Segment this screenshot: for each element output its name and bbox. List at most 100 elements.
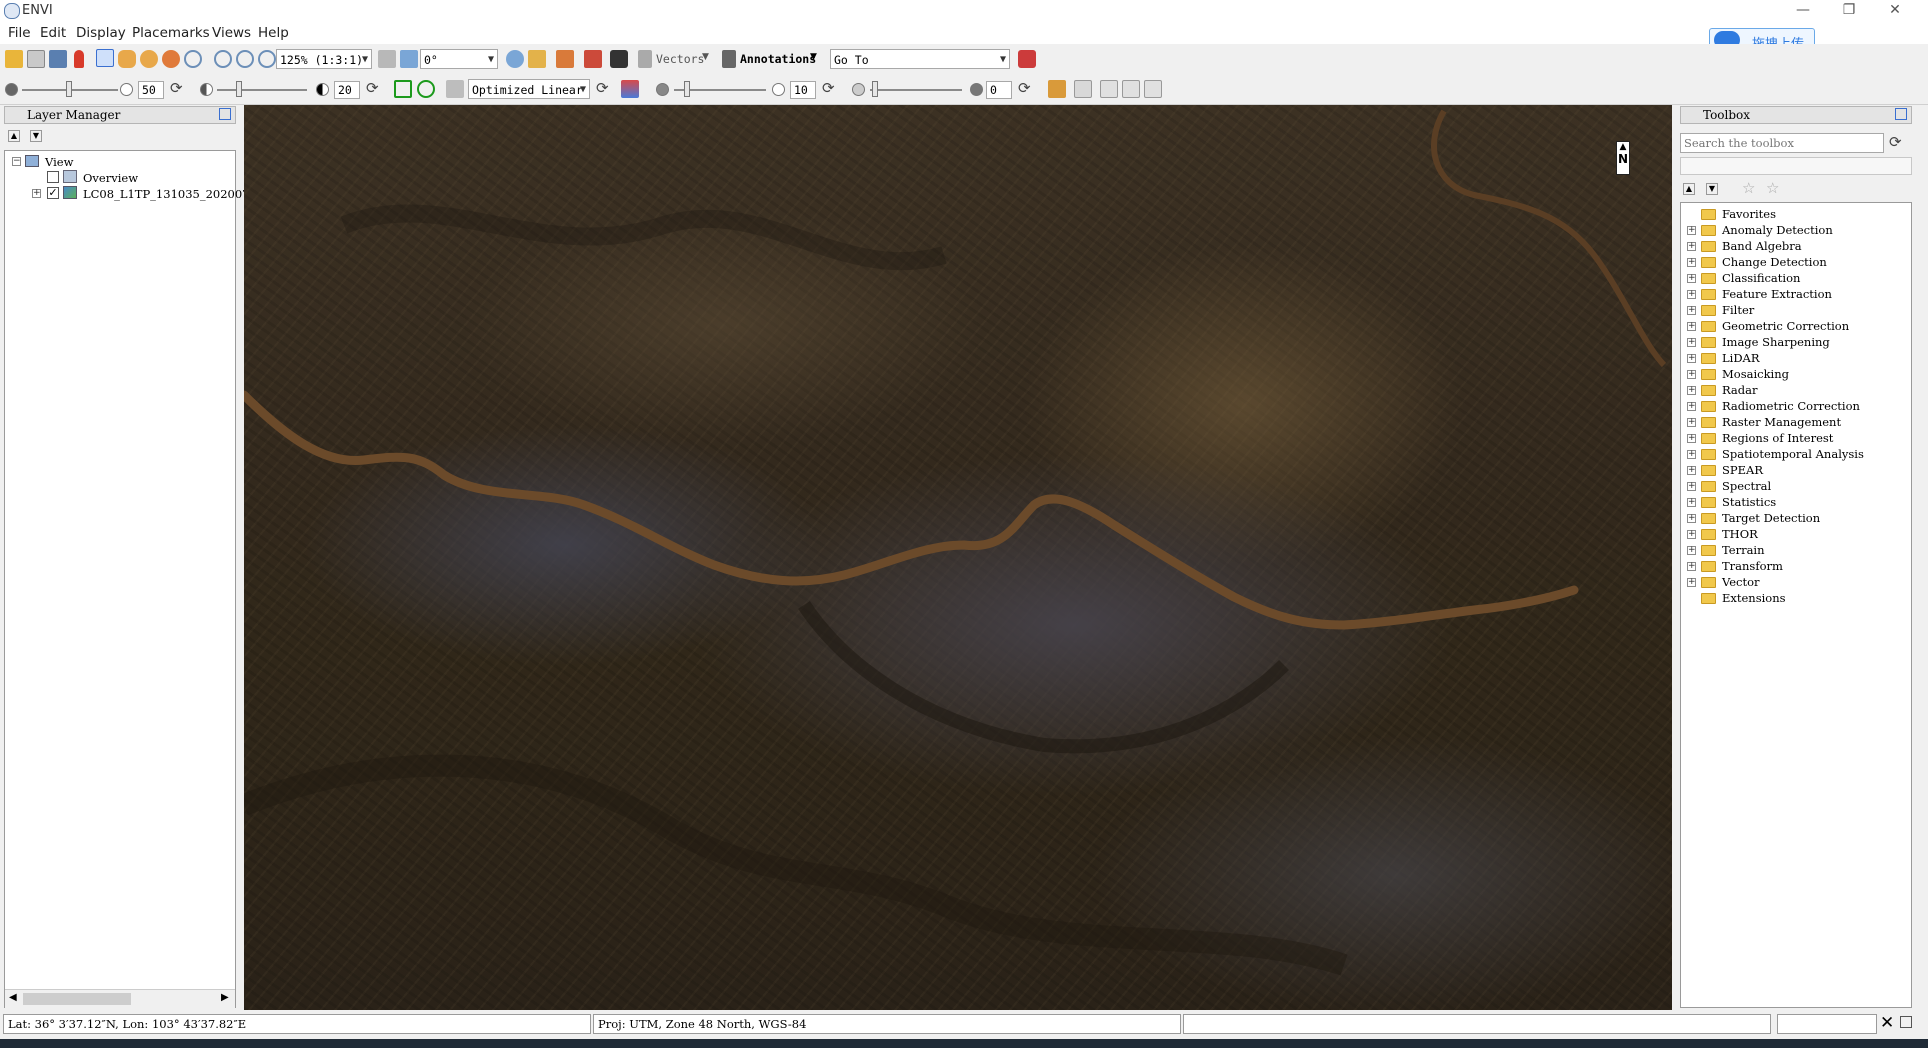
restore-button[interactable]: ❐ — [1826, 0, 1872, 22]
zoom-in-icon[interactable] — [214, 50, 232, 68]
stretch-select-icon[interactable] — [394, 80, 412, 98]
zoom-combo[interactable]: 125% (1:3:1) ▼ — [276, 49, 372, 69]
pin-panel-icon[interactable] — [219, 108, 231, 120]
expand-all-icon[interactable]: ▼ — [1706, 183, 1718, 195]
reset-sharpen-icon[interactable]: ⟳ — [822, 79, 835, 97]
fly-icon[interactable] — [140, 50, 158, 68]
toolbox-expand-icon[interactable]: + — [1687, 290, 1696, 299]
toolbox-item[interactable]: Mosaicking — [1722, 367, 1789, 381]
toolbox-expand-icon[interactable]: + — [1687, 530, 1696, 539]
toolbox-expand-icon[interactable]: + — [1687, 338, 1696, 347]
rotate-icon[interactable] — [162, 50, 180, 68]
menu-display[interactable]: Display — [76, 25, 126, 41]
menu-views[interactable]: Views — [212, 25, 251, 41]
toolbox-item[interactable]: Image Sharpening — [1722, 335, 1830, 349]
toolbox-expand-icon[interactable]: + — [1687, 306, 1696, 315]
toolbox-item[interactable]: Statistics — [1722, 495, 1776, 509]
toolbox-expand-icon[interactable]: + — [1687, 450, 1696, 459]
annotations-dropdown[interactable]: Annotations — [740, 52, 816, 66]
toolbox-expand-icon[interactable]: + — [1687, 370, 1696, 379]
toolbox-item[interactable]: Filter — [1722, 303, 1754, 317]
brightness-value[interactable]: 50 — [138, 81, 164, 99]
scroll-right-icon[interactable]: ▶ — [221, 992, 229, 1003]
toolbox-item[interactable]: Band Algebra — [1722, 239, 1802, 253]
toolbox-expand-icon[interactable]: + — [1687, 578, 1696, 587]
toolbox-item[interactable]: Favorites — [1722, 207, 1776, 221]
cancel-process-icon[interactable]: ✕ — [1880, 1013, 1894, 1033]
transparency-value[interactable]: 0 — [986, 81, 1012, 99]
sharpen-slider-thumb[interactable] — [684, 81, 690, 97]
toolbox-item[interactable]: Extensions — [1722, 591, 1786, 605]
toolbox-item[interactable]: Target Detection — [1722, 511, 1820, 525]
resize-grip-icon[interactable] — [1900, 1016, 1912, 1028]
toolbox-expand-icon[interactable]: + — [1687, 274, 1696, 283]
toolbox-expand-icon[interactable]: + — [1687, 418, 1696, 427]
tree-view-label[interactable]: View — [45, 155, 73, 169]
toolbox-item[interactable]: LiDAR — [1722, 351, 1760, 365]
toolbox-item[interactable]: Transform — [1722, 559, 1783, 573]
add-favorite-icon[interactable]: ☆ — [1742, 179, 1755, 197]
toolbox-item[interactable]: SPEAR — [1722, 463, 1763, 477]
toolbox-expand-icon[interactable]: + — [1687, 386, 1696, 395]
brightness-slider-thumb[interactable] — [66, 81, 72, 97]
toolbox-expand-icon[interactable]: + — [1687, 498, 1696, 507]
sharpen-value[interactable]: 10 — [790, 81, 816, 99]
pan-hand-icon[interactable] — [118, 50, 136, 68]
data-manager-icon[interactable] — [27, 50, 45, 68]
minimize-button[interactable]: — — [1780, 0, 1826, 22]
toolbox-item[interactable]: Vector — [1722, 575, 1760, 589]
open-folder-icon[interactable] — [5, 50, 23, 68]
transparency-slider-track[interactable] — [870, 89, 962, 91]
swipe-icon[interactable] — [1122, 80, 1140, 98]
toolbox-search-input[interactable] — [1680, 133, 1884, 153]
close-button[interactable]: ✕ — [1872, 0, 1918, 22]
layer-checkbox[interactable]: ✓ — [47, 187, 59, 199]
toolbox-expand-icon[interactable]: + — [1687, 258, 1696, 267]
reset-contrast-icon[interactable]: ⟳ — [366, 79, 379, 97]
blend-icon[interactable] — [1074, 80, 1092, 98]
toolbox-item[interactable]: Radiometric Correction — [1722, 399, 1860, 413]
crosshairs-icon[interactable] — [506, 50, 524, 68]
toolbox-item[interactable]: Regions of Interest — [1722, 431, 1833, 445]
toolbox-expand-icon[interactable]: + — [1687, 402, 1696, 411]
toolbox-item[interactable]: Raster Management — [1722, 415, 1841, 429]
toolbox-expand-icon[interactable]: + — [1687, 482, 1696, 491]
stretch-circle-icon[interactable] — [417, 80, 435, 98]
toolbox-expand-icon[interactable]: + — [1687, 466, 1696, 475]
collapse-all-icon[interactable]: ▲ — [8, 130, 20, 142]
zoom-full-icon[interactable] — [258, 50, 276, 68]
vertical-profile-icon[interactable] — [584, 50, 602, 68]
pin-panel-icon[interactable] — [1895, 108, 1907, 120]
toolbox-item[interactable]: Geometric Correction — [1722, 319, 1849, 333]
transparency-slider-thumb[interactable] — [872, 81, 878, 97]
rotation-combo[interactable]: 0° ▼ — [420, 49, 498, 69]
spectral-profile-icon[interactable] — [528, 50, 546, 68]
tree-overview-label[interactable]: Overview — [83, 171, 138, 185]
image-view[interactable]: ▲ N — [244, 105, 1672, 1010]
toolbox-item[interactable]: Change Detection — [1722, 255, 1827, 269]
goto-combo[interactable]: Go To ▼ — [830, 49, 1010, 69]
menu-edit[interactable]: Edit — [40, 25, 66, 41]
histogram-icon[interactable] — [621, 80, 639, 98]
toolbox-item[interactable]: Spatiotemporal Analysis — [1722, 447, 1864, 461]
flicker-icon[interactable] — [1100, 80, 1118, 98]
horizontal-profile-icon[interactable] — [556, 50, 574, 68]
select-cursor-icon[interactable] — [96, 49, 114, 67]
menu-help[interactable]: Help — [258, 25, 289, 41]
toolbox-item[interactable]: Radar — [1722, 383, 1758, 397]
reset-brightness-icon[interactable]: ⟳ — [170, 79, 183, 97]
go-to-icon[interactable] — [1018, 50, 1036, 68]
toolbox-expand-icon[interactable]: + — [1687, 354, 1696, 363]
contrast-slider-thumb[interactable] — [236, 81, 242, 97]
layer-horizontal-scrollbar[interactable]: ◀ ▶ — [5, 989, 235, 1008]
overview-checkbox[interactable] — [47, 171, 59, 183]
toolbox-expand-icon[interactable]: + — [1687, 226, 1696, 235]
toolbox-item[interactable]: Spectral — [1722, 479, 1771, 493]
scrollbar-thumb[interactable] — [23, 993, 131, 1005]
reset-stretch-icon[interactable]: ⟳ — [596, 79, 609, 97]
pixel-locator-icon[interactable] — [610, 50, 628, 68]
menu-placemarks[interactable]: Placemarks — [132, 25, 210, 41]
toolbox-item[interactable]: Feature Extraction — [1722, 287, 1832, 301]
stretch-combo[interactable]: Optimized Linear ▼ — [468, 79, 590, 99]
placemark-icon[interactable] — [74, 50, 84, 68]
